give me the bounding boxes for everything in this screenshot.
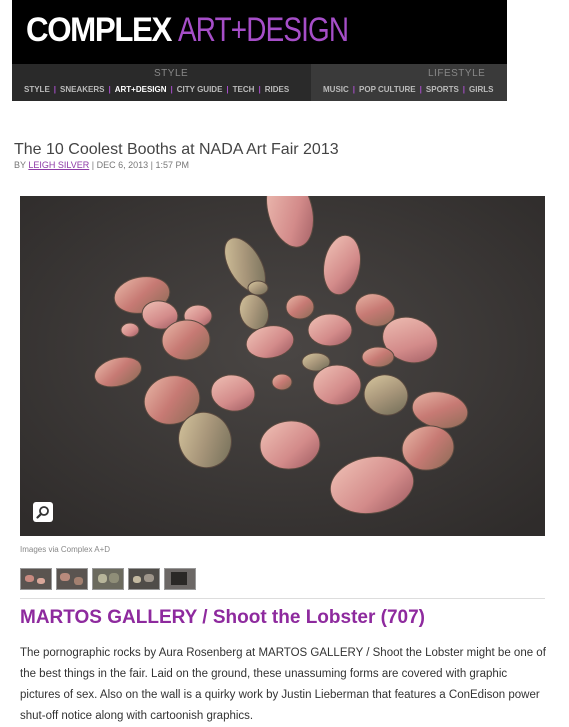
nav-separator: | [462, 85, 466, 94]
nav-item-sports[interactable]: SPORTS [426, 85, 459, 94]
rock-9 [120, 322, 140, 338]
section-divider [20, 598, 545, 599]
nav-separator: | [170, 85, 173, 94]
logo-complex: COMPLEX [26, 11, 172, 49]
nav-item-style[interactable]: STYLE [24, 85, 50, 94]
main-nav: STYLE STYLE | SNEAKERS | ART+DESIGN | CITY GUI… [12, 64, 507, 101]
nav-item-pop-culture[interactable]: POP CULTURE [359, 85, 416, 94]
site-header: COMPLEX ART+DESIGN STYLE STYLE | SNEAKERS |… [12, 0, 507, 101]
zoom-button[interactable] [33, 502, 53, 522]
article-title: The 10 Coolest Booths at NADA Art Fair 2… [14, 141, 339, 158]
rock-12 [307, 313, 353, 347]
nav-item-girls[interactable]: GIRLS [469, 85, 493, 94]
thumbnail-strip [20, 568, 196, 590]
nav-item-city-guide[interactable]: CITY GUIDE [177, 85, 223, 94]
thumbnail-3[interactable] [92, 568, 124, 590]
byline-prefix: BY [14, 160, 26, 170]
lifestyle-nav-items: MUSIC | POP CULTURE | SPORTS | GIRLS [323, 85, 494, 94]
nav-lifestyle-group: LIFESTYLE MUSIC | POP CULTURE | SPORTS | GIRLS [311, 64, 507, 101]
nav-item-music[interactable]: MUSIC [323, 85, 349, 94]
magnifier-icon [36, 506, 49, 519]
section-heading: MARTOS GALLERY / Shoot the Lobster (707) [20, 607, 426, 628]
rock-17 [361, 346, 395, 368]
byline: BY LEIGH SILVER | DEC 6, 2013 | 1:57 PM [14, 160, 189, 170]
nav-separator: | [53, 85, 57, 94]
nav-style-group: STYLE STYLE | SNEAKERS | ART+DESIGN | CITY GUI… [12, 64, 311, 101]
thumbnail-1[interactable] [20, 568, 52, 590]
nav-item-art-design[interactable]: ART+DESIGN [115, 85, 167, 94]
nav-item-tech[interactable]: TECH [233, 85, 255, 94]
rock-22 [312, 364, 362, 406]
nav-item-sneakers[interactable]: SNEAKERS [60, 85, 104, 94]
site-logo[interactable]: COMPLEX ART+DESIGN [26, 11, 385, 51]
article-body: The pornographic rocks by Aura Rosenberg… [20, 647, 546, 722]
rocks-photo [20, 196, 545, 536]
nav-caption-style: STYLE [154, 68, 189, 79]
nav-separator: | [419, 85, 422, 94]
logo-art-design: ART+DESIGN [177, 11, 349, 49]
style-nav-items: STYLE | SNEAKERS | ART+DESIGN | CITY GUIDE | TEC… [24, 85, 289, 94]
nav-separator: | [108, 85, 111, 94]
hero-image[interactable] [20, 196, 545, 536]
nav-caption-lifestyle: LIFESTYLE [428, 68, 486, 79]
nav-separator: | [226, 85, 229, 94]
rock-6 [247, 280, 269, 296]
thumbnail-5[interactable] [164, 568, 196, 590]
rock-11 [285, 294, 315, 320]
article-date: | DEC 6, 2013 | 1:57 PM [91, 160, 189, 170]
thumbnail-2[interactable] [56, 568, 88, 590]
nav-item-rides[interactable]: RIDES [265, 85, 289, 94]
thumbnail-4[interactable] [128, 568, 160, 590]
nav-separator: | [352, 85, 356, 94]
nav-separator: | [258, 85, 261, 94]
author-link[interactable]: LEIGH SILVER [28, 160, 89, 170]
image-caption: Images via Complex A+D [20, 545, 111, 554]
rock-20 [271, 373, 293, 391]
